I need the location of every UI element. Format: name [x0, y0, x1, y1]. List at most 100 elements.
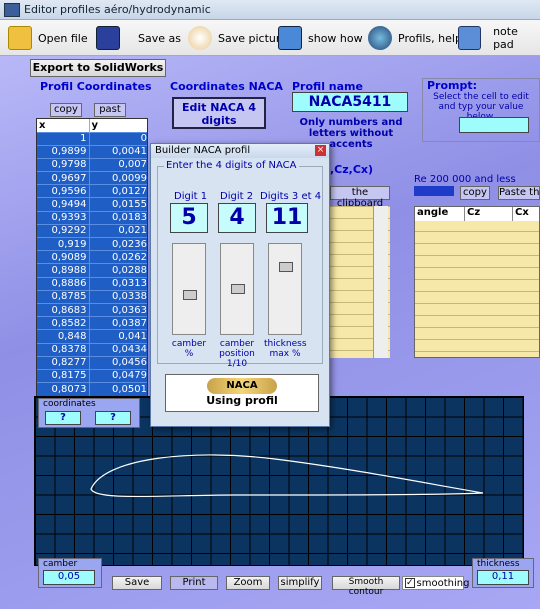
cell-y[interactable]: 0,0387	[89, 317, 147, 330]
save-picture-button[interactable]: Save picture	[188, 24, 287, 52]
cell-y[interactable]: 0,007	[89, 158, 147, 171]
cell-x[interactable]: 0,9393	[37, 211, 90, 225]
cell-x[interactable]: 0,8582	[37, 316, 90, 330]
prompt-panel: Prompt: Select the cell to edit and typ …	[422, 78, 540, 142]
notepad-button[interactable]: note pad	[458, 24, 540, 52]
show-how-button[interactable]: show how	[278, 24, 363, 52]
save-button[interactable]: Save	[112, 576, 162, 590]
table-row[interactable]: 0,9089 0,0262	[37, 250, 147, 264]
cell-x[interactable]: 0,9697	[37, 171, 90, 185]
table-row[interactable]: 0,8582 0,0387	[37, 316, 147, 330]
table-row[interactable]: 0,8073 0,0501	[37, 382, 147, 396]
window-title: Editor profiles aéro/hydrodynamic	[24, 3, 211, 16]
cell-x[interactable]: 0,8277	[37, 356, 90, 370]
cell-x[interactable]: 0,8785	[37, 290, 90, 304]
table-row[interactable]: 0,9798 0,007	[37, 158, 147, 172]
cell-y[interactable]: 0,041	[89, 330, 147, 343]
table-row[interactable]: 10	[37, 132, 147, 146]
table-row[interactable]: 0,9697 0,0099	[37, 171, 147, 185]
camber-slider[interactable]	[172, 243, 206, 335]
thickness-slider[interactable]	[268, 243, 302, 335]
cell-y[interactable]: 0	[89, 132, 147, 145]
table-row[interactable]: 0,8277 0,0456	[37, 356, 147, 370]
cell-x[interactable]: 0,919	[37, 237, 90, 251]
edit-naca-button[interactable]: Edit NACA 4 digits	[172, 97, 266, 129]
cell-y[interactable]: 0,0183	[89, 211, 147, 224]
cell-x[interactable]: 0,9899	[37, 145, 90, 159]
table-row[interactable]: 0,8988 0,0288	[37, 263, 147, 278]
cell-y[interactable]: 0,0338	[89, 290, 147, 303]
cell-y[interactable]: 0,021	[89, 224, 147, 237]
zoom-button[interactable]: Zoom	[226, 576, 270, 590]
cell-y[interactable]: 0,0288	[89, 264, 147, 277]
cell-x[interactable]: 0,8683	[37, 303, 90, 317]
cell-x[interactable]: 0,8378	[37, 343, 90, 357]
help-button[interactable]: Profils, help	[368, 24, 462, 52]
using-profil-button[interactable]: NACA Using profil	[165, 374, 319, 412]
cell-x[interactable]: 1	[37, 132, 90, 146]
cell-x[interactable]: 0,9089	[37, 250, 90, 264]
cell-y[interactable]: 0,0155	[89, 198, 147, 211]
cell-x[interactable]: 0,8886	[37, 277, 90, 291]
camber-caption: camber %	[171, 339, 207, 359]
print-button[interactable]: Print	[170, 576, 218, 590]
coords-table[interactable]: x y 1 0 0,9899 0,0041 0,9798 0,007 0,9697 0,009…	[36, 118, 148, 398]
cell-y[interactable]: 0,0041	[89, 145, 147, 158]
paste-coords-button[interactable]: past	[94, 103, 126, 117]
cell-y[interactable]: 0,0099	[89, 172, 147, 185]
cell-x[interactable]: 0,8175	[37, 369, 90, 383]
naca-logo: NACA	[207, 378, 277, 394]
table-row[interactable]: 0,9494 0,0155	[37, 197, 147, 212]
table-row[interactable]: 0,8785 0,0338	[37, 290, 147, 304]
cell-y[interactable]: 0,0236	[89, 238, 147, 251]
save-as-button[interactable]: Save as	[96, 24, 181, 52]
check-icon: ✓	[405, 578, 415, 588]
table-row[interactable]: 0,9393 0,0183	[37, 211, 147, 225]
simplify-button[interactable]: simplify	[278, 576, 322, 590]
cell-y[interactable]: 0,0501	[89, 383, 147, 396]
cell-y[interactable]: 0,0456	[89, 356, 147, 369]
re-label: Re 200 000 and less	[414, 174, 516, 185]
polar-scrollbar[interactable]	[373, 206, 388, 358]
copy-coords-button[interactable]: copy	[50, 103, 82, 117]
export-solidworks-button[interactable]: Export to SolidWorks	[30, 59, 166, 77]
table-row[interactable]: 0,8378 0,0434	[37, 343, 147, 357]
table-row[interactable]: 0,9596 0,0127	[37, 184, 147, 198]
smoothing-checkbox[interactable]: ✓ smoothing	[402, 576, 469, 590]
digit1-value[interactable]: 5	[170, 203, 208, 233]
table-row[interactable]: 0,9899 0,0041	[37, 145, 147, 159]
close-icon[interactable]: ×	[315, 145, 326, 156]
cell-y[interactable]: 0,0479	[89, 369, 147, 382]
profil-name-input[interactable]: NACA5411	[292, 92, 408, 112]
cell-x[interactable]: 0,9292	[37, 224, 90, 238]
digit34-value[interactable]: 11	[266, 203, 308, 233]
camber-position-slider[interactable]	[220, 243, 254, 335]
coords-title: Profil Coordinates	[40, 80, 152, 93]
cell-x[interactable]: 0,8073	[37, 382, 90, 396]
re-table[interactable]: angle Cz Cx	[414, 206, 540, 358]
re-copy-button[interactable]: copy	[460, 186, 490, 200]
cell-x[interactable]: 0,8988	[37, 263, 90, 278]
table-row[interactable]: 0,9292 0,021	[37, 224, 147, 238]
table-row[interactable]: 0,8683 0,0363	[37, 303, 147, 317]
cell-x[interactable]: 0,848	[37, 329, 90, 343]
table-row[interactable]: 0,8175 0,0479	[37, 369, 147, 383]
cell-x[interactable]: 0,9798	[37, 158, 90, 172]
smooth-contour-button[interactable]: Smooth contour	[332, 576, 400, 597]
cell-y[interactable]: 0,0262	[89, 251, 147, 264]
col-y-header: y	[91, 119, 99, 131]
cell-y[interactable]: 0,0434	[89, 343, 147, 356]
cell-x[interactable]: 0,9596	[37, 184, 90, 198]
digit2-value[interactable]: 4	[218, 203, 256, 233]
prompt-input[interactable]	[459, 117, 529, 133]
clipboard-button[interactable]: the clipboard	[330, 186, 390, 209]
re-paste-button[interactable]: Paste the	[498, 186, 540, 200]
cell-y[interactable]: 0,0127	[89, 185, 147, 198]
table-row[interactable]: 0,848 0,041	[37, 329, 147, 343]
table-row[interactable]: 0,8886 0,0313	[37, 277, 147, 291]
table-row[interactable]: 0,919 0,0236	[37, 237, 147, 251]
cell-x[interactable]: 0,9494	[37, 197, 90, 212]
cell-y[interactable]: 0,0363	[89, 303, 147, 316]
open-file-button[interactable]: Open file	[8, 24, 88, 52]
cell-y[interactable]: 0,0313	[89, 277, 147, 290]
